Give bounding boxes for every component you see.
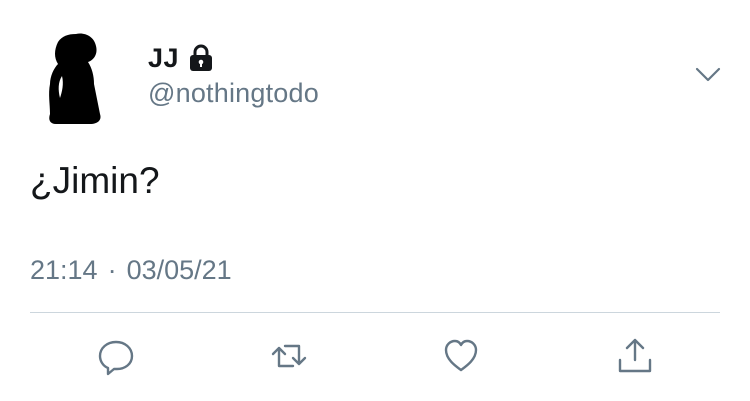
meta-separator: · xyxy=(107,255,117,285)
retweet-icon xyxy=(271,344,307,368)
user-handle[interactable]: @nothingtodo xyxy=(148,78,319,109)
like-icon xyxy=(444,339,478,372)
share-button[interactable] xyxy=(615,336,655,376)
display-name[interactable]: JJ xyxy=(148,43,179,74)
user-name-row: JJ xyxy=(148,40,215,76)
lock-icon xyxy=(190,44,213,71)
like-button[interactable] xyxy=(441,336,481,376)
divider xyxy=(30,312,720,313)
tweet-menu-button[interactable] xyxy=(692,60,724,90)
tweet-timestamp[interactable]: 21:14 · 03/05/21 xyxy=(30,255,232,286)
tweet-time: 21:14 xyxy=(30,255,98,285)
reply-icon xyxy=(98,340,134,376)
tweet-text: ¿Jimin? xyxy=(30,160,160,201)
avatar[interactable] xyxy=(28,28,124,128)
retweet-button[interactable] xyxy=(269,336,309,376)
tweet-date: 03/05/21 xyxy=(126,255,232,285)
chevron-down-icon xyxy=(695,67,721,82)
share-icon xyxy=(618,338,652,373)
avatar-silhouette-image xyxy=(49,33,101,124)
tweet: JJ @nothingtodo ¿Jimin? 21:14 · 03/05/21 xyxy=(0,0,750,401)
reply-button[interactable] xyxy=(96,336,136,376)
